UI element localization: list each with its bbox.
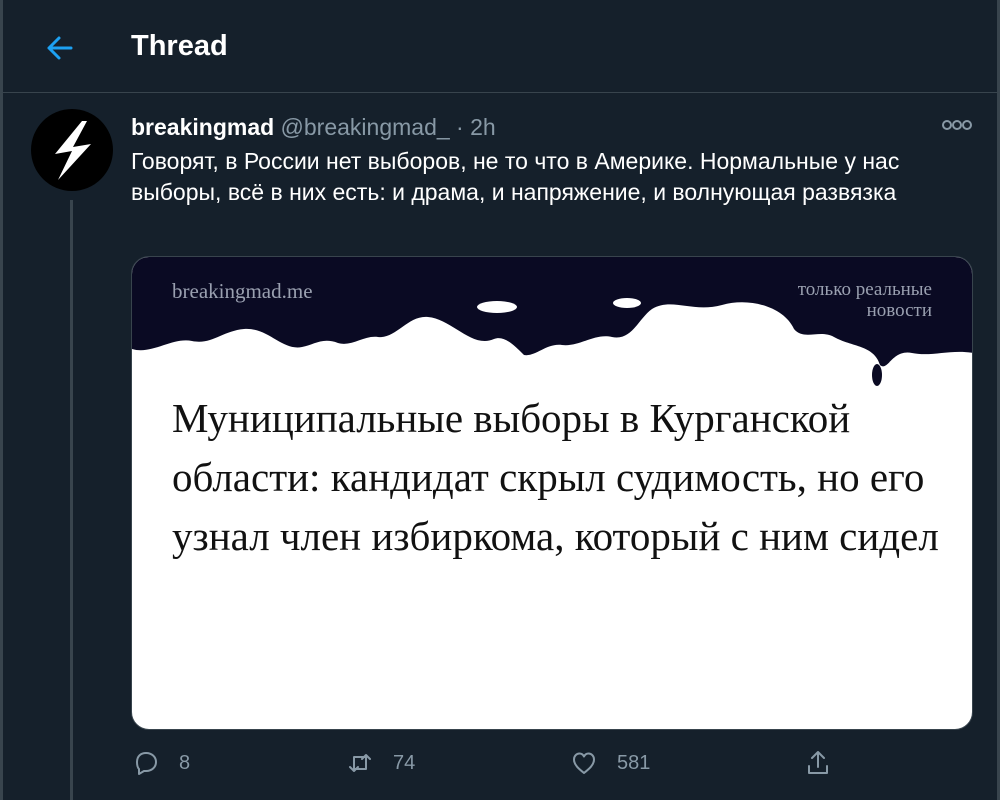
tweet-time[interactable]: 2h	[470, 114, 496, 140]
thread-line	[70, 200, 73, 800]
header: Thread	[3, 0, 997, 93]
avatar[interactable]	[31, 109, 113, 191]
lightning-icon	[55, 121, 91, 180]
ink-splash-banner	[132, 257, 972, 386]
card-site: breakingmad.me	[172, 279, 313, 303]
tweet-meta: breakingmad @breakingmad_ · 2h	[131, 113, 496, 141]
share-icon	[808, 751, 828, 774]
share-button[interactable]	[803, 746, 833, 780]
back-arrow-icon	[47, 36, 73, 60]
back-button[interactable]	[41, 30, 77, 66]
reply-count: 8	[179, 751, 191, 774]
like-count: 581	[617, 751, 651, 774]
thread-page: Thread breakingmad @breakingmad_ · 2h Го…	[0, 0, 1000, 800]
reply-icon	[136, 752, 157, 775]
retweet-button[interactable]: 74	[345, 746, 415, 780]
author-name[interactable]: breakingmad	[131, 114, 274, 140]
author-handle[interactable]: @breakingmad_	[281, 114, 450, 140]
meta-separator: ·	[456, 114, 464, 140]
tweet-image-card[interactable]: breakingmad.me только реальные новости М…	[131, 256, 973, 730]
card-headline: Муниципальные выборы в Курганской област…	[172, 395, 939, 559]
tweet-actions: 8 74 581	[131, 746, 973, 782]
more-icon	[942, 120, 972, 130]
like-icon	[573, 752, 595, 774]
more-button[interactable]	[933, 113, 973, 137]
like-button[interactable]: 581	[569, 746, 650, 780]
card-tagline: только реальные новости	[798, 279, 932, 321]
retweet-icon	[349, 754, 371, 772]
tweet-text: Говорят, в России нет выборов, не то что…	[131, 148, 900, 205]
page-title: Thread	[131, 30, 228, 62]
card-tagline-line2: новости	[866, 300, 932, 321]
card-tagline-line1: только реальные	[797, 279, 932, 300]
reply-button[interactable]: 8	[131, 746, 190, 780]
retweet-count: 74	[393, 751, 416, 774]
